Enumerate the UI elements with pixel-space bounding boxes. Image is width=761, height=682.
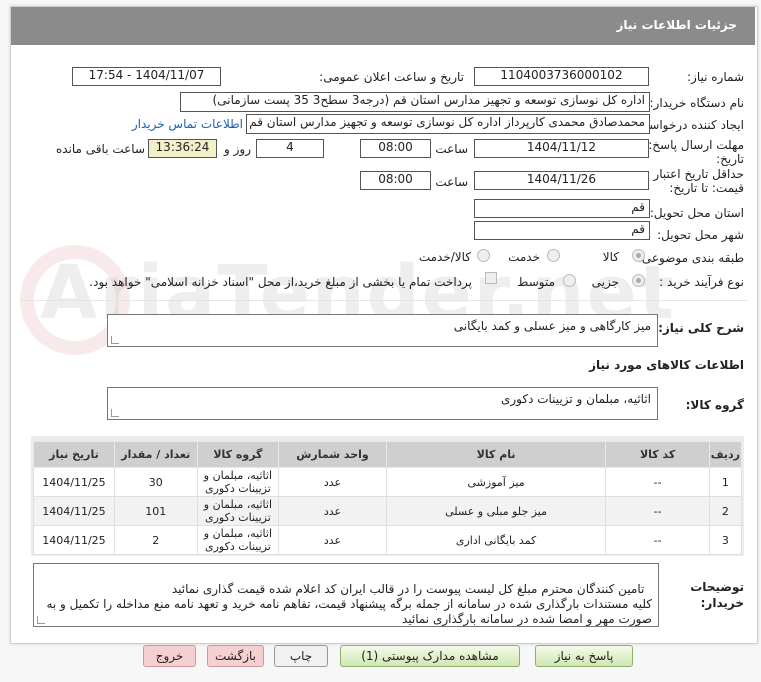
cell-date: 1404/11/25 (33, 496, 115, 526)
deadline-date-field: 1404/11/12 (474, 139, 649, 158)
cell-qty: 2 (113, 525, 198, 555)
cell-name: کمد بایگانی اداری (385, 525, 607, 555)
deadline-time-field: 08:00 (360, 139, 431, 158)
cell-qty: 30 (113, 467, 198, 497)
cell-code: -- (605, 496, 710, 526)
page-title: جزئیات اطلاعات نیاز (616, 18, 737, 32)
category-option-service: خدمت (508, 250, 540, 264)
view-attachments-button[interactable]: مشاهده مدارک پیوستی (1) (340, 645, 520, 667)
province-field: قم (474, 199, 650, 218)
requester-field: محمدصادق محمدی کارپرداز اداره کل نوسازی … (246, 114, 650, 134)
goods-group-label: گروه کالا: (685, 398, 744, 412)
need-description-text: میز کارگاهی و میز عسلی و کمد بایگانی (453, 319, 651, 333)
validity-label-1: حداقل تاریخ اعتبار (653, 167, 744, 181)
process-label: نوع فرآیند خرید : (659, 275, 744, 289)
city-field: قم (474, 221, 650, 240)
page-header: جزئیات اطلاعات نیاز (11, 7, 755, 45)
process-radio-minor[interactable] (632, 274, 645, 287)
cell-group: اثاثیه، مبلمان و تزیینات دکوری (196, 467, 280, 497)
cell-unit: عدد (278, 467, 387, 497)
goods-section-title: اطلاعات کالاهای مورد نیاز (589, 358, 744, 372)
buyer-notes-textarea[interactable]: تامین کنندگان محترم مبلغ کل لیست پیوست ر… (33, 563, 659, 627)
announce-datetime-field: 1404/11/07 - 17:54 (72, 67, 221, 86)
validity-time-field: 08:00 (360, 171, 431, 190)
cell-group: اثاثیه، مبلمان و تزیینات دکوری (196, 496, 280, 526)
validity-label-2: قیمت: تا تاریخ: (669, 181, 744, 195)
items-table: ردیف کد کالا نام کالا واحد شمارش گروه کا… (33, 441, 743, 555)
category-radio-service[interactable] (547, 249, 560, 262)
requester-label: ایجاد کننده درخواست: (633, 118, 744, 132)
cell-group: اثاثیه، مبلمان و تزیینات دکوری (196, 525, 280, 555)
col-header-code: کد کالا (605, 441, 710, 468)
remaining-time-label: ساعت باقی مانده (55, 142, 145, 156)
cell-row-no: 1 (708, 467, 743, 497)
remaining-time-field: 13:36:24 (148, 139, 217, 158)
cell-code: -- (605, 467, 710, 497)
buyer-org-label: نام دستگاه خریدار: (649, 96, 745, 110)
resize-grip-icon[interactable] (37, 616, 45, 624)
cell-qty: 101 (113, 496, 198, 526)
resize-grip-icon[interactable] (111, 336, 119, 344)
category-label: طبقه بندی موضوعی: (637, 251, 744, 265)
treasury-checkbox[interactable] (485, 272, 497, 284)
cell-date: 1404/11/25 (33, 525, 115, 555)
validity-time-label: ساعت (435, 175, 468, 189)
announce-datetime-label: تاریخ و ساعت اعلان عمومی: (319, 70, 464, 84)
col-header-row-no: ردیف (708, 441, 743, 468)
goods-group-textarea[interactable]: اثاثیه، مبلمان و تزیینات دکوری (107, 387, 658, 420)
need-number-label: شماره نیاز: (687, 70, 744, 84)
buyer-notes-label-1: توضیحات (690, 580, 744, 594)
deadline-days-field: 4 (256, 139, 324, 158)
col-header-group: گروه کالا (196, 441, 280, 468)
goods-group-text: اثاثیه، مبلمان و تزیینات دکوری (500, 392, 651, 406)
cell-unit: عدد (278, 525, 387, 555)
col-header-qty: تعداد / مقدار (113, 441, 198, 468)
col-header-unit: واحد شمارش (278, 441, 387, 468)
category-option-goods: کالا (602, 250, 619, 264)
cell-name: میز جلو مبلی و عسلی (385, 496, 607, 526)
treasury-note: پرداخت تمام یا بخشی از مبلغ خرید،از محل … (89, 275, 472, 289)
deadline-label-1: مهلت ارسال پاسخ: تا (637, 138, 744, 152)
city-label: شهر محل تحویل: (657, 228, 744, 242)
cell-name: میز آموزشی (385, 467, 607, 497)
validity-date-field: 1404/11/26 (474, 171, 649, 190)
process-option-medium: متوسط (517, 275, 555, 289)
col-header-name: نام کالا (385, 441, 607, 468)
table-row[interactable]: 3 -- کمد بایگانی اداری عدد اثاثیه، مبلما… (33, 525, 743, 555)
buyer-notes-text: تامین کنندگان محترم مبلغ کل لیست پیوست ر… (46, 582, 652, 626)
buyer-contact-link[interactable]: اطلاعات تماس خریدار (132, 117, 243, 131)
deadline-days-label: روز و (224, 142, 251, 156)
print-button[interactable]: چاپ (274, 645, 328, 667)
reply-button[interactable]: پاسخ به نیاز (535, 645, 633, 667)
exit-button[interactable]: خروج (143, 645, 196, 667)
table-row[interactable]: 2 -- میز جلو مبلی و عسلی عدد اثاثیه، مبل… (33, 496, 743, 526)
cell-row-no: 3 (708, 525, 743, 555)
deadline-label-2: تاریخ: (716, 152, 744, 166)
resize-grip-icon[interactable] (111, 409, 119, 417)
cell-code: -- (605, 525, 710, 555)
table-header-row: ردیف کد کالا نام کالا واحد شمارش گروه کا… (33, 441, 743, 468)
table-row[interactable]: 1 -- میز آموزشی عدد اثاثیه، مبلمان و تزی… (33, 467, 743, 497)
process-option-minor: جزیی (591, 275, 619, 289)
buyer-org-field: اداره کل نوسازی توسعه و تجهیز مدارس استا… (180, 92, 650, 112)
cell-unit: عدد (278, 496, 387, 526)
category-radio-both[interactable] (477, 249, 490, 262)
deadline-time-label: ساعت (435, 142, 468, 156)
process-radio-medium[interactable] (563, 274, 576, 287)
cell-date: 1404/11/25 (33, 467, 115, 497)
back-button[interactable]: بازگشت (207, 645, 264, 667)
cell-row-no: 2 (708, 496, 743, 526)
need-description-label: شرح کلی نیاز: (658, 321, 744, 335)
category-radio-goods[interactable] (632, 249, 645, 262)
buyer-notes-label-2: خریدار: (700, 596, 744, 610)
category-option-both: کالا/خدمت (418, 250, 471, 264)
need-number-field: 1104003736000102 (474, 67, 649, 86)
need-description-textarea[interactable]: میز کارگاهی و میز عسلی و کمد بایگانی (107, 314, 658, 347)
province-label: استان محل تحویل: (649, 206, 744, 220)
col-header-date: تاریخ نیاز (33, 441, 115, 468)
